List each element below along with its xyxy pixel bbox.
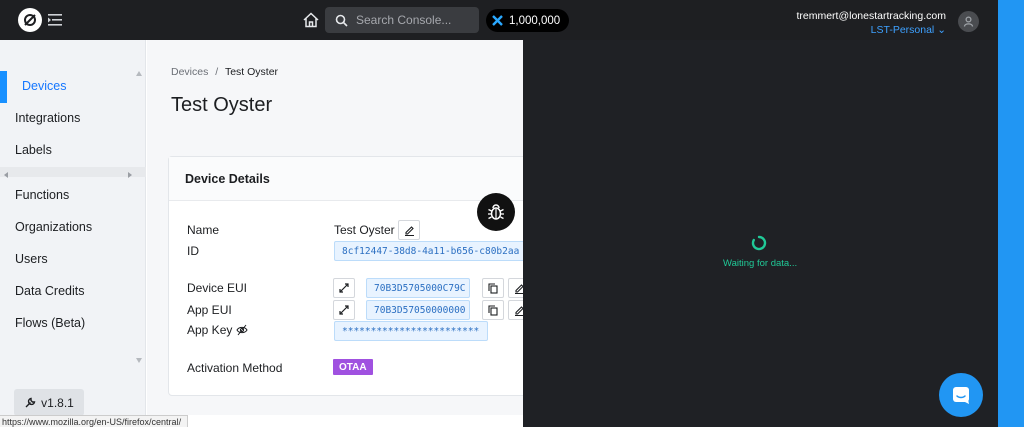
app-eui-value[interactable]: 70B3D57050000000	[366, 300, 470, 320]
app-key-label: App Key	[187, 323, 233, 337]
sidebar-item-flows[interactable]: Flows (Beta)	[0, 308, 146, 338]
page-title: Test Oyster	[171, 94, 273, 116]
eye-hidden-icon[interactable]	[236, 324, 248, 336]
browser-side-strip	[998, 0, 1024, 427]
sidebar-item-label: Integrations	[15, 111, 81, 125]
toggle-dev-eui-format-button[interactable]	[333, 278, 355, 298]
activation-method-badge: OTAA	[333, 359, 373, 375]
card-title: Device Details	[169, 157, 523, 201]
breadcrumb-separator: /	[215, 66, 219, 78]
sidebar-item-organizations[interactable]: Organizations	[0, 212, 146, 242]
copy-icon	[488, 304, 498, 316]
edit-name-button[interactable]	[398, 220, 420, 240]
version-badge[interactable]: v1.8.1	[14, 389, 84, 416]
helium-logo[interactable]	[18, 8, 42, 32]
pencil-icon	[404, 225, 414, 236]
chevron-down-icon: ⌄	[937, 24, 946, 36]
version-text: v1.8.1	[41, 395, 74, 410]
debug-panel: Waiting for data...	[523, 40, 998, 427]
device-eui-value[interactable]: 70B3D5705000C79C	[366, 278, 470, 298]
app-key-label-row: App Key	[187, 323, 248, 337]
search-placeholder: Search Console...	[356, 13, 452, 27]
copy-icon	[488, 282, 498, 294]
waiting-status-text: Waiting for data...	[723, 258, 798, 269]
sidebar-item-label: Devices	[22, 79, 67, 93]
chat-support-button[interactable]	[939, 373, 983, 417]
browser-status-url: https://www.mozilla.org/en-US/firefox/ce…	[0, 415, 188, 427]
copy-dev-eui-button[interactable]	[482, 278, 504, 298]
edit-dev-eui-button[interactable]	[508, 278, 523, 298]
credits-amount: 1,000,000	[509, 14, 561, 27]
menu-toggle-icon[interactable]	[48, 13, 62, 27]
breadcrumb-current: Test Oyster	[224, 66, 279, 78]
device-eui-label: Device EUI	[187, 281, 248, 295]
account-menu[interactable]: tremmert@lonestartracking.com LST-Person…	[796, 10, 946, 36]
sidebar-item-data-credits[interactable]: Data Credits	[0, 276, 146, 306]
sidebar-item-labels[interactable]: Labels	[0, 135, 146, 165]
expand-arrows-icon	[339, 283, 349, 293]
scroll-arrows-icon	[4, 172, 132, 178]
pencil-icon	[514, 283, 523, 294]
search-input[interactable]: Search Console...	[325, 7, 479, 33]
wrench-icon	[25, 397, 36, 407]
org-name: LST-Personal	[870, 24, 935, 36]
breadcrumb: Devices / Test Oyster	[171, 66, 278, 78]
user-icon	[963, 16, 974, 27]
device-id-value[interactable]: 8cf12447-38d8-4a11-b656-c80b2aa	[334, 241, 523, 261]
app-key-value[interactable]: ************************	[334, 321, 488, 341]
chat-icon	[953, 387, 969, 404]
sidebar-item-label: Functions	[15, 188, 70, 202]
loading-spinner-icon	[751, 235, 767, 251]
edit-app-eui-button[interactable]	[508, 300, 523, 320]
sidebar-item-label: Data Credits	[15, 284, 85, 298]
bug-icon	[488, 204, 504, 220]
app-eui-label: App EUI	[187, 303, 232, 317]
pencil-icon	[514, 305, 523, 316]
account-email: tremmert@lonestartracking.com	[796, 10, 946, 22]
breadcrumb-devices-link[interactable]: Devices	[171, 66, 208, 78]
sidebar-item-label: Labels	[15, 143, 52, 157]
device-details-card: Device Details Name Test Oyster ID 8cf12…	[168, 156, 523, 396]
data-credits-badge[interactable]: 1,000,000	[486, 9, 570, 32]
activation-method-label: Activation Method	[187, 361, 283, 375]
sidebar-vertical-scrollbar[interactable]	[134, 67, 144, 367]
sidebar: Devices Integrations Labels Functions Or…	[0, 40, 146, 416]
credits-x-icon	[492, 15, 503, 26]
sidebar-item-devices[interactable]: Devices	[0, 71, 146, 103]
debug-toggle-button[interactable]	[477, 193, 515, 231]
sidebar-item-label: Organizations	[15, 220, 93, 234]
sidebar-item-users[interactable]: Users	[0, 244, 146, 274]
name-label: Name	[187, 223, 220, 237]
sidebar-horizontal-scrollbar[interactable]	[0, 167, 146, 178]
sidebar-item-integrations[interactable]: Integrations	[0, 103, 146, 133]
device-name-value: Test Oyster	[334, 223, 395, 237]
toggle-app-eui-format-button[interactable]	[333, 300, 355, 320]
expand-arrows-icon	[339, 305, 349, 315]
home-icon[interactable]	[302, 11, 320, 29]
org-switcher[interactable]: LST-Personal ⌄	[796, 24, 946, 36]
sidebar-item-label: Users	[15, 252, 48, 266]
top-bar: Search Console... 1,000,000 tremmert@lon…	[0, 0, 998, 40]
main-content: Devices / Test Oyster Test Oyster Device…	[147, 40, 523, 415]
search-icon	[335, 14, 348, 27]
logo-mark-icon	[24, 14, 36, 26]
id-label: ID	[187, 244, 199, 258]
avatar[interactable]	[958, 11, 979, 32]
sidebar-item-functions[interactable]: Functions	[0, 180, 146, 210]
copy-app-eui-button[interactable]	[482, 300, 504, 320]
sidebar-item-label: Flows (Beta)	[15, 316, 86, 330]
